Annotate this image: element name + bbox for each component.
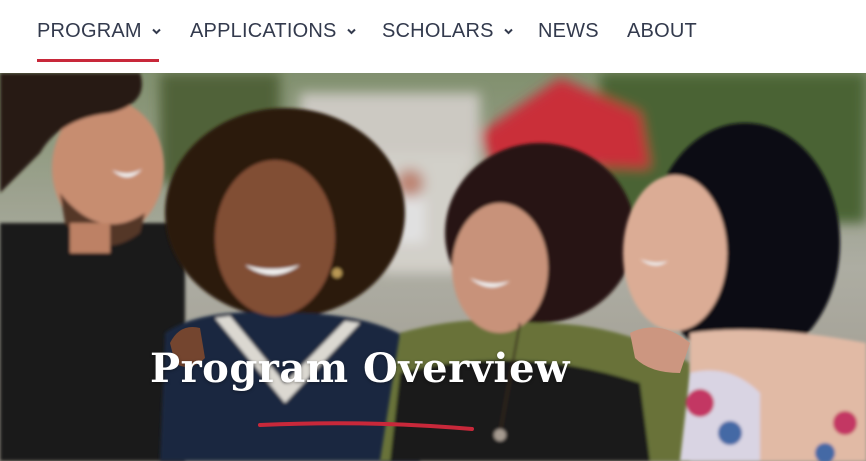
nav-item-label: ABOUT [627, 19, 697, 42]
active-nav-indicator [37, 59, 159, 62]
hero-banner: Program Overview [0, 73, 866, 461]
nav-item-label: NEWS [538, 19, 599, 42]
title-accent-underline [258, 421, 474, 431]
nav-item-about[interactable]: ABOUT [627, 18, 697, 44]
nav-item-program[interactable]: PROGRAM [37, 18, 162, 44]
nav-item-applications[interactable]: APPLICATIONS [190, 18, 357, 44]
chevron-down-icon [151, 26, 162, 37]
hero-title: Program Overview [150, 345, 570, 392]
nav-item-news[interactable]: NEWS [538, 18, 599, 44]
nav-item-label: PROGRAM [37, 19, 142, 42]
nav-item-scholars[interactable]: SCHOLARS [382, 18, 514, 44]
chevron-down-icon [503, 26, 514, 37]
nav-item-label: SCHOLARS [382, 19, 494, 42]
nav-item-label: APPLICATIONS [190, 19, 337, 42]
chevron-down-icon [346, 26, 357, 37]
top-navigation: PROGRAM APPLICATIONS SCHOLARS NEWS ABOUT [0, 0, 866, 73]
hero-photo [0, 73, 866, 461]
